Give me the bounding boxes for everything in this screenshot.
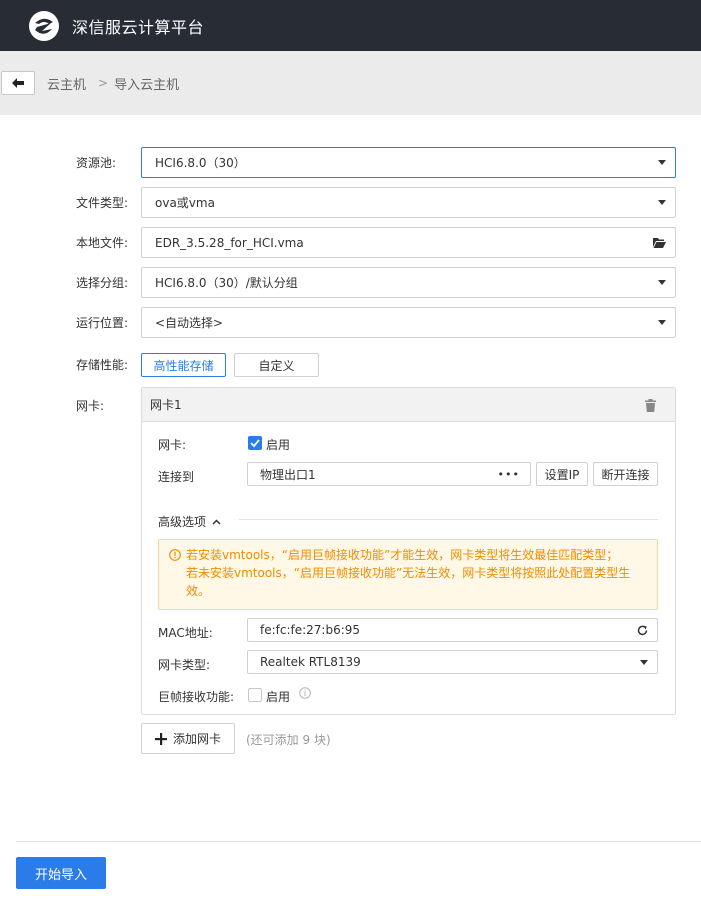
run-location-row: 运行位置: <自动选择> (0, 307, 701, 338)
nic-type-label: 网卡类型: (158, 658, 211, 672)
add-nic-button[interactable]: 添加网卡 (141, 723, 235, 754)
local-file-value: EDR_3.5.28_for_HCI.vma (155, 235, 304, 250)
group-select[interactable]: HCI6.8.0（30）/默认分组 (141, 267, 676, 298)
group-label: 选择分组: (76, 276, 129, 290)
resource-pool-value: HCI6.8.0（30） (155, 156, 246, 170)
plus-icon (154, 732, 167, 745)
advanced-divider (239, 519, 658, 520)
local-file-label: 本地文件: (76, 236, 129, 250)
set-ip-button[interactable]: 设置IP (536, 462, 588, 486)
nic-section-label: 网卡: (76, 399, 105, 413)
warning-notice: 若安装vmtools，“启用巨帧接收功能”才能生效，网卡类型将生效最佳匹配类型；… (158, 539, 658, 610)
breadcrumb-current: 导入云主机 (114, 77, 180, 93)
breadcrumb-parent-link[interactable]: 云主机 (47, 74, 86, 93)
advanced-options-toggle[interactable]: 高级选项 (158, 513, 221, 530)
nic-type-select[interactable]: Realtek RTL8139 (247, 650, 658, 674)
advanced-options-label: 高级选项 (158, 515, 207, 529)
group-row: 选择分组: HCI6.8.0（30）/默认分组 (0, 267, 701, 298)
nic-title: 网卡1 (150, 398, 182, 412)
disconnect-button[interactable]: 断开连接 (593, 462, 658, 486)
caret-down-icon (658, 280, 666, 285)
folder-open-icon[interactable] (653, 237, 666, 248)
run-location-value: <自动选择> (155, 316, 224, 330)
breadcrumb: 云主机 > 导入云主机 (0, 51, 701, 115)
back-button[interactable] (1, 71, 35, 95)
local-file-row: 本地文件: EDR_3.5.28_for_HCI.vma (0, 227, 701, 258)
breadcrumb-separator: > (98, 76, 109, 90)
check-icon (250, 439, 260, 448)
file-type-select[interactable]: ova或vma (141, 187, 676, 218)
trash-icon[interactable] (645, 399, 656, 412)
nic-panel: 网卡1 网卡: 启用 连接到 物理出口1 ••• 设置IP 断开连接 高级选项 (141, 387, 676, 715)
top-bar: 深信服云计算平台 (0, 0, 701, 51)
caret-down-icon (640, 660, 648, 665)
caret-down-icon (658, 320, 666, 325)
jumbo-frame-checkbox[interactable] (248, 688, 262, 702)
chevron-up-icon (212, 518, 221, 525)
more-icon[interactable]: ••• (498, 468, 520, 481)
connect-to-field[interactable]: 物理出口1 ••• (247, 462, 531, 486)
connect-to-label: 连接到 (158, 470, 195, 484)
storage-label: 存储性能: (76, 358, 129, 372)
mac-address-value: fe:fc:fe:27:b6:95 (260, 623, 361, 637)
nic-enable-label: 网卡: (158, 438, 187, 452)
warning-icon (169, 549, 181, 561)
file-type-row: 文件类型: ova或vma (0, 187, 701, 218)
resource-pool-select[interactable]: HCI6.8.0（30） (141, 147, 676, 178)
footer-divider (16, 841, 701, 842)
mac-address-label: MAC地址: (158, 626, 213, 640)
jumbo-frame-label: 巨帧接收功能: (158, 690, 235, 704)
nic-enable-text: 启用 (266, 438, 291, 452)
resource-pool-row: 资源池: HCI6.8.0（30） (0, 147, 701, 178)
storage-option-high-performance[interactable]: 高性能存储 (141, 353, 226, 377)
nic-panel-header: 网卡1 (142, 388, 675, 422)
refresh-icon[interactable] (637, 625, 648, 636)
sangfor-logo-icon (29, 10, 59, 41)
warning-line-2: 若未安装vmtools，“启用巨帧接收功能”无法生效，网卡类型将按照此处配置类型… (186, 566, 631, 598)
add-nic-label: 添加网卡 (172, 732, 221, 746)
run-location-select[interactable]: <自动选择> (141, 307, 676, 338)
start-import-button[interactable]: 开始导入 (16, 857, 106, 889)
group-value: HCI6.8.0（30）/默认分组 (155, 276, 298, 290)
add-nic-remaining-note: (还可添加 9 块) (246, 733, 331, 747)
file-type-value: ova或vma (155, 196, 215, 210)
local-file-field[interactable]: EDR_3.5.28_for_HCI.vma (141, 227, 676, 258)
mac-address-input[interactable]: fe:fc:fe:27:b6:95 (247, 618, 658, 642)
jumbo-frame-text: 启用 (266, 690, 291, 704)
file-type-label: 文件类型: (76, 196, 129, 210)
app-title: 深信服云计算平台 (72, 17, 205, 37)
warning-line-1: 若安装vmtools，“启用巨帧接收功能”才能生效，网卡类型将生效最佳匹配类型； (186, 548, 619, 562)
resource-pool-label: 资源池: (76, 156, 117, 170)
storage-option-custom[interactable]: 自定义 (234, 353, 319, 377)
run-location-label: 运行位置: (76, 316, 129, 330)
info-icon[interactable] (299, 687, 311, 699)
caret-down-icon (658, 200, 666, 205)
nic-enable-checkbox[interactable] (248, 436, 262, 450)
arrow-left-icon (12, 78, 24, 88)
caret-down-icon (658, 160, 666, 165)
nic-type-value: Realtek RTL8139 (260, 655, 361, 669)
connect-to-value: 物理出口1 (260, 467, 316, 482)
